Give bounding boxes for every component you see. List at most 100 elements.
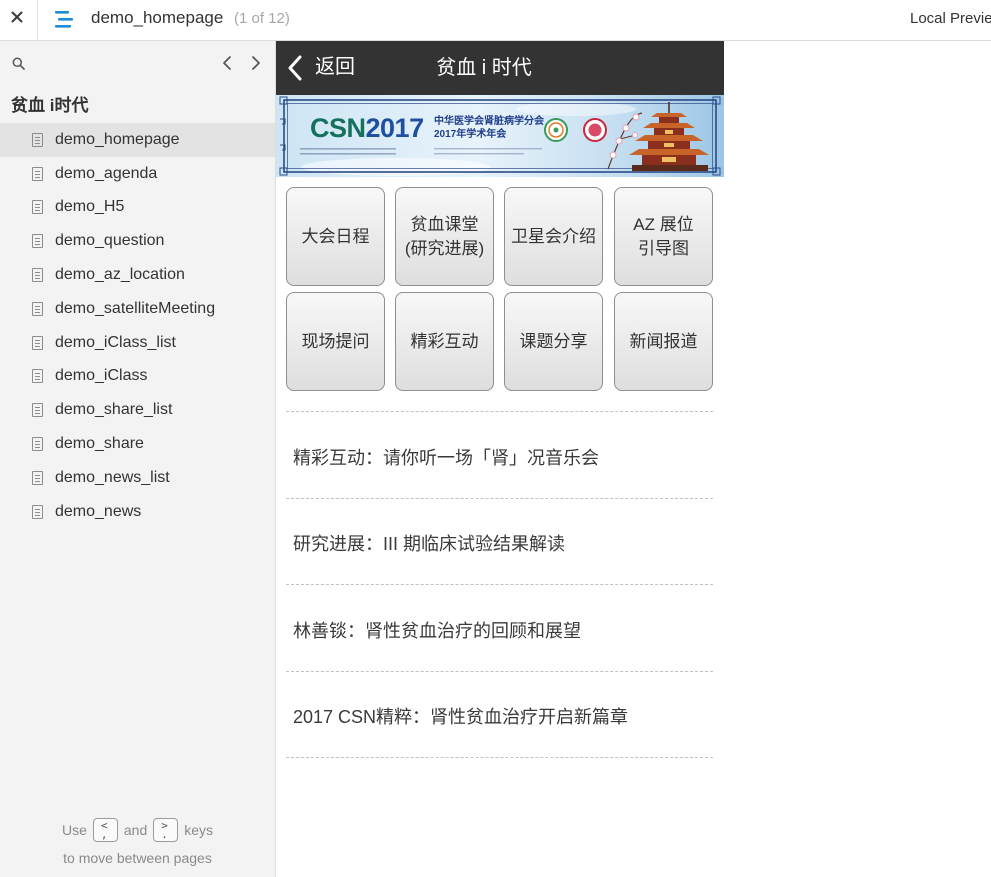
news-title: 2017 CSN精粹：肾性贫血治疗开启新篇章 [293,707,629,728]
menu-button-agenda[interactable]: 大会日程 [286,187,385,286]
project-title: 贫血 i时代 [11,96,89,115]
sidebar-item-demo-agenda[interactable]: demo_agenda [0,157,275,191]
local-preview-label[interactable]: Local Previe [910,8,991,30]
page-icon [32,470,43,485]
sidebar-item-label: demo_iClass [55,367,148,385]
sidebar-item-label: demo_iClass_list [55,333,176,351]
page-icon [32,200,43,215]
sidebar-item-demo-news-list[interactable]: demo_news_list [0,461,275,495]
previous-page-button[interactable] [219,53,235,73]
sidebar-item-demo-homepage[interactable]: demo_homepage [0,123,275,157]
conference-banner: CSN2017 中华医学会肾脏病学分会 2017年学术年会 [276,95,724,177]
menu-button-label: 课题分享 [519,331,588,351]
sidebar-item-demo-h5[interactable]: demo_H5 [0,191,275,225]
page-icon [32,301,43,316]
news-list: 精彩互动：请你听一场「肾」况音乐会 研究进展：III 期临床试验结果解读 林善锬… [286,411,713,758]
sidebar-item-demo-satellite-meeting[interactable]: demo_satelliteMeeting [0,292,275,326]
prev-key-hint: < , [92,818,118,842]
sidebar-item-label: demo_az_location [55,266,185,284]
page-icon [32,437,43,452]
menu-button-label: 现场提问 [301,331,370,351]
association-emblem-icon [544,118,568,142]
sidebar-item-label: demo_agenda [55,164,158,182]
page-list: demo_homepage demo_agenda demo_H5 demo_q… [0,123,275,529]
hint-text-use: Use [61,822,87,838]
toolbar-divider [37,0,38,40]
hint-text-and: and [123,822,148,838]
page-icon [32,369,43,384]
news-item[interactable]: 林善锬：肾性贫血治疗的回顾和展望 [286,585,713,672]
chevron-left-icon [223,56,231,70]
menu-button-label: AZ 展位 引导图 [633,214,694,258]
menu-button-az-booth-guide[interactable]: AZ 展位 引导图 [614,187,713,286]
menu-button-topic-share[interactable]: 课题分享 [504,292,603,391]
chevron-left-icon [288,55,302,81]
sitemap-sidebar: 贫血 i时代 demo_homepage demo_agenda demo_H5… [0,41,276,877]
menu-button-satellite-meeting[interactable]: 卫星会介绍 [504,187,603,286]
prototype-frame: 返回 贫血 i 时代 CSN2017 中华医学会肾脏病学分会 2017年学术年会… [276,41,724,877]
page-counter: (1 of 12) [234,10,290,27]
sidebar-item-label: demo_H5 [55,198,125,216]
sitemap-toggle-button[interactable] [50,5,78,33]
close-button[interactable] [5,5,29,29]
menu-button-news-report[interactable]: 新闻报道 [614,292,713,391]
sidebar-item-demo-iclass-list[interactable]: demo_iClass_list [0,326,275,360]
page-icon [32,403,43,418]
sidebar-item-label: demo_news [55,502,142,520]
sidebar-item-label: demo_news_list [55,468,170,486]
close-icon [11,11,23,23]
page-icon [32,335,43,350]
search-icon [12,57,25,70]
page-icon [32,504,43,519]
sidebar-item-label: demo_share_list [55,401,173,419]
page-icon [32,132,43,147]
next-key-bottom: . [161,828,168,841]
sidebar-item-demo-az-location[interactable]: demo_az_location [0,258,275,292]
page-icon [32,166,43,181]
page-icon [32,268,43,283]
news-title: 林善锬：肾性贫血治疗的回顾和展望 [293,620,581,641]
back-label: 返回 [315,56,355,78]
sidebar-item-demo-share-list[interactable]: demo_share_list [0,393,275,427]
app-header: 返回 贫血 i 时代 [276,41,724,95]
sidebar-item-label: demo_question [55,232,165,250]
news-title: 精彩互动：请你听一场「肾」况音乐会 [293,447,599,468]
menu-button-label: 大会日程 [301,226,370,246]
banner-event: 2017年学术年会 [434,129,507,140]
top-bar: demo_homepage (1 of 12) Local Previe [0,0,991,41]
sidebar-item-label: demo_homepage [55,130,180,148]
menu-button-label: 贫血课堂 (研究进展) [404,214,485,258]
logo-csn: CSN [310,113,366,143]
search-button[interactable] [9,54,27,72]
menu-button-live-question[interactable]: 现场提问 [286,292,385,391]
menu-button-highlights[interactable]: 精彩互动 [395,292,494,391]
news-item[interactable]: 研究进展：III 期临床试验结果解读 [286,499,713,585]
sidebar-item-label: demo_share [55,435,144,453]
back-button[interactable]: 返回 [284,41,370,95]
menu-button-label: 新闻报道 [629,331,698,351]
news-title: 研究进展：III 期临床试验结果解读 [293,534,566,555]
page-icon [32,234,43,249]
hint-text-keys: keys [184,822,214,838]
app-title: 贫血 i 时代 [436,57,532,79]
hamburger-menu-icon [55,11,73,28]
sidebar-item-label: demo_satelliteMeeting [55,299,216,317]
sidebar-item-demo-question[interactable]: demo_question [0,224,275,258]
prev-key-bottom: , [100,828,108,841]
menu-button-label: 精彩互动 [410,331,479,351]
sidebar-item-demo-share[interactable]: demo_share [0,427,275,461]
csn-emblem-icon [583,118,607,142]
banner-organization: 中华医学会肾脏病学分会 [434,116,544,127]
sidebar-item-demo-iclass[interactable]: demo_iClass [0,360,275,394]
keyboard-hint: Use < , and > . keys [0,818,275,842]
menu-button-anemia-class[interactable]: 贫血课堂 (研究进展) [395,187,494,286]
logo-year: 2017 [365,113,425,143]
menu-button-label: 卫星会介绍 [511,226,596,246]
sidebar-item-demo-news[interactable]: demo_news [0,495,275,529]
news-item[interactable]: 精彩互动：请你听一场「肾」况音乐会 [286,412,713,499]
chevron-right-icon [252,56,260,70]
news-item[interactable]: 2017 CSN精粹：肾性贫血治疗开启新篇章 [286,672,713,758]
current-page-title: demo_homepage [91,8,224,27]
next-page-button[interactable] [248,53,264,73]
next-key-hint: > . [153,818,179,842]
